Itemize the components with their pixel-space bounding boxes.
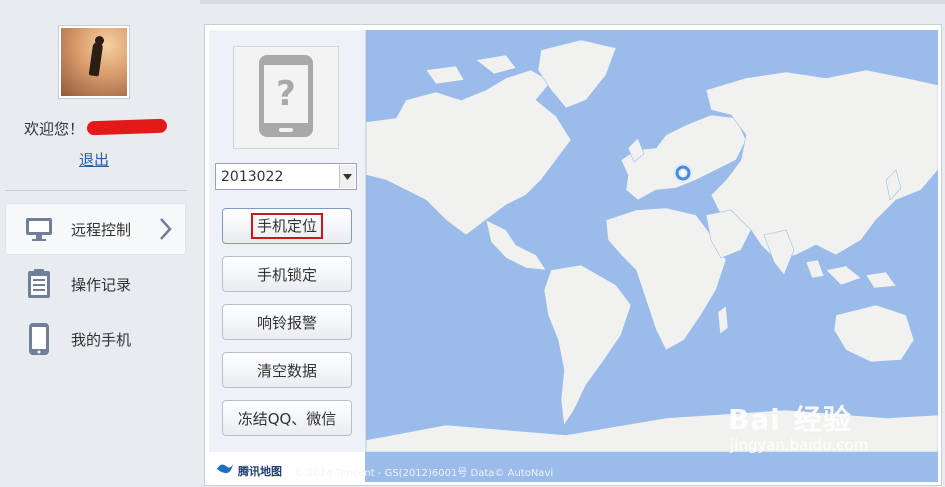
sidebar-item-remote-control[interactable]: 远程控制: [5, 203, 186, 255]
sidebar-item-label: 我的手机: [71, 330, 132, 349]
sidebar: 欢迎您！ 退出 远程控制 操作记录 我的手机: [0, 0, 200, 487]
sidebar-divider: [5, 190, 187, 191]
sidebar-item-operation-log[interactable]: 操作记录: [5, 258, 186, 310]
wipe-data-button[interactable]: 清空数据: [222, 352, 352, 388]
redacted-username: [86, 118, 168, 136]
locate-phone-button[interactable]: 手机定位: [222, 208, 352, 244]
map-provider-label: 腾讯地图: [238, 464, 282, 478]
clipboard-icon: [23, 268, 55, 300]
watermark-brand-b: 经验: [793, 403, 852, 436]
freeze-accounts-button[interactable]: 冻结QQ、微信: [222, 400, 352, 436]
welcome-text: 欢迎您！: [24, 120, 85, 138]
avatar[interactable]: [58, 25, 130, 99]
device-select-value: 2013022: [221, 169, 284, 185]
tencent-map-logo[interactable]: 腾讯地图: [216, 462, 282, 479]
monitor-icon: [23, 213, 55, 245]
lock-phone-button[interactable]: 手机锁定: [222, 256, 352, 292]
watermark-url: jingyan.baidu.com: [730, 436, 869, 454]
world-map: [366, 39, 938, 452]
freeze-accounts-label: 冻结QQ、微信: [237, 409, 337, 428]
map-copyright: © 2014 Tencent - GS(2012)6001号 Data© Aut…: [294, 468, 554, 479]
baidu-jingyan-watermark: Bai 经验 jingyan.baidu.com: [728, 398, 868, 454]
ring-alarm-label: 响铃报警: [256, 313, 317, 332]
svg-text:?: ?: [276, 74, 296, 114]
dropdown-arrow-icon[interactable]: [339, 165, 355, 188]
device-placeholder: ?: [233, 46, 339, 149]
sidebar-item-label: 远程控制: [71, 220, 132, 239]
watermark-brand-a: Bai: [728, 403, 781, 436]
lock-phone-label: 手机锁定: [256, 265, 317, 284]
phone-unknown-icon: ?: [257, 53, 315, 143]
logout-link[interactable]: 退出: [79, 149, 109, 170]
sidebar-item-label: 操作记录: [71, 275, 132, 294]
phone-icon: [23, 323, 55, 355]
sidebar-item-my-phone[interactable]: 我的手机: [5, 313, 186, 365]
map-view[interactable]: [366, 30, 938, 452]
ring-alarm-button[interactable]: 响铃报警: [222, 304, 352, 340]
chevron-right-icon: [158, 217, 172, 245]
tencent-logo-icon: [216, 462, 234, 479]
avatar-image: [61, 28, 127, 96]
locate-phone-label: 手机定位: [250, 213, 323, 239]
device-select[interactable]: 2013022: [215, 163, 357, 190]
wipe-data-label: 清空数据: [256, 361, 317, 380]
